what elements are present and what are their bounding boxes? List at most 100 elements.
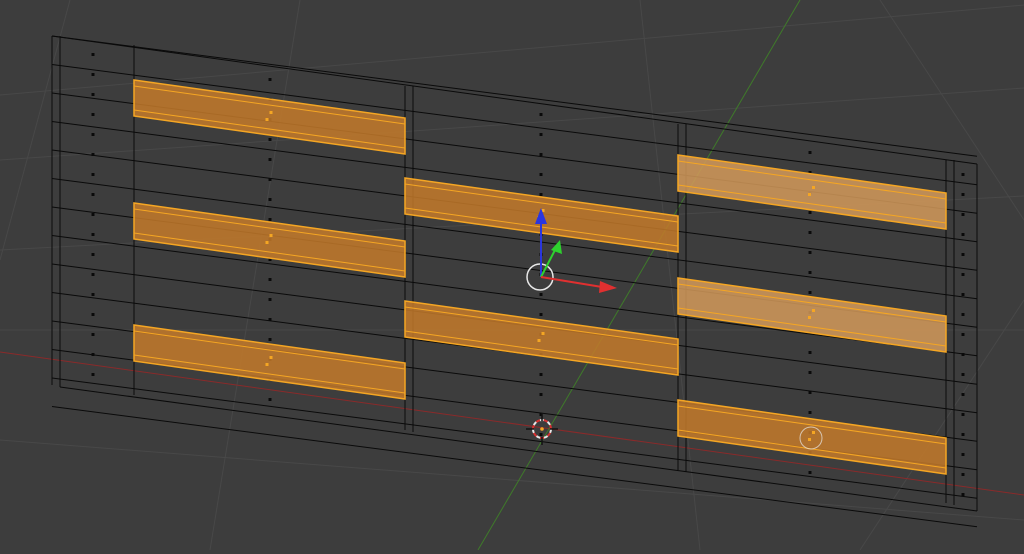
vertex-dot [268, 78, 272, 81]
vertex-dot [961, 233, 965, 236]
vertex-dot [91, 133, 95, 136]
selected-slat[interactable] [677, 399, 947, 475]
slat-face [404, 300, 679, 376]
vertex-dot [961, 393, 965, 396]
origin-dot [812, 186, 815, 189]
selected-slat[interactable] [133, 324, 406, 400]
vertex-dot [539, 173, 543, 176]
vertex-dot [91, 153, 95, 156]
grid-line [639, 0, 701, 551]
vertex-dot [91, 113, 95, 116]
vertex-dot [91, 313, 95, 316]
origin-dot [537, 339, 541, 342]
vertex-dot [961, 193, 965, 196]
vertex-dot [539, 113, 543, 116]
vertex-dot [961, 473, 965, 476]
slat-face [677, 399, 947, 475]
slat-face [133, 202, 406, 278]
vertex-dot [961, 213, 965, 216]
vertex-dot [808, 391, 812, 394]
vertex-dot [91, 253, 95, 256]
origin-dot [812, 309, 815, 312]
3d-viewport[interactable] [0, 0, 1024, 551]
origin-dot [812, 431, 815, 434]
vertex-dot [808, 291, 812, 294]
vertex-dot [808, 271, 812, 274]
vertex-dot [91, 173, 95, 176]
origin-dot [808, 438, 811, 441]
origin-dot [808, 316, 811, 319]
slat-face [677, 154, 947, 230]
vertex-dot [268, 198, 272, 201]
selected-slat[interactable] [404, 300, 679, 376]
vertex-dot [91, 233, 95, 236]
origin-dot [808, 193, 811, 196]
vertex-dot [539, 373, 543, 376]
origin-dot [265, 118, 269, 121]
vertex-dot [808, 371, 812, 374]
vertex-dot [91, 333, 95, 336]
vertex-dot [961, 333, 965, 336]
vertex-dot [91, 293, 95, 296]
cursor-center-dot [540, 427, 544, 431]
vertex-dot [539, 153, 543, 156]
vertex-dot [91, 213, 95, 216]
vertex-dot [91, 273, 95, 276]
selected-slat[interactable] [133, 79, 406, 155]
vertex-dot [808, 251, 812, 254]
origin-dot [269, 356, 273, 359]
gizmo-x-arrow [599, 281, 617, 293]
vertex-dot [961, 313, 965, 316]
vertex-dot [268, 318, 272, 321]
vertex-dot [961, 373, 965, 376]
vertex-dot [268, 138, 272, 141]
vertex-dot [961, 413, 965, 416]
origin-dot [541, 332, 545, 335]
vertex-dot [539, 133, 543, 136]
x-axis-line [0, 351, 1024, 496]
origin-dot [269, 111, 273, 114]
vertex-dot [539, 293, 543, 296]
origin-dot [265, 363, 269, 366]
vertex-dot [91, 53, 95, 56]
slat-face [133, 79, 406, 155]
vertex-dot [268, 338, 272, 341]
vertex-dot [808, 471, 812, 474]
vertex-dot [268, 398, 272, 401]
vertex-dot [961, 433, 965, 436]
grid-line [209, 0, 301, 551]
origin-dot [265, 241, 269, 244]
vertex-dot [91, 373, 95, 376]
vertex-dot [808, 231, 812, 234]
vertex-dot [268, 278, 272, 281]
vertex-dot [961, 273, 965, 276]
vertex-dot [808, 351, 812, 354]
selected-slat[interactable] [133, 202, 406, 278]
vertex-dot [268, 218, 272, 221]
viewport-canvas[interactable] [0, 0, 1024, 551]
vertex-dot [961, 173, 965, 176]
vertex-dot [961, 493, 965, 496]
selected-slat[interactable] [677, 154, 947, 230]
vertex-dot [808, 411, 812, 414]
vertex-dot [91, 193, 95, 196]
vertex-dot [268, 298, 272, 301]
vertex-dot [91, 353, 95, 356]
gizmo-y-arrow [551, 240, 562, 254]
vertex-dot [539, 393, 543, 396]
vertex-dot [808, 211, 812, 214]
vertex-dot [539, 313, 543, 316]
vertex-dot [961, 353, 965, 356]
vertex-dot [91, 93, 95, 96]
vertex-dot [961, 253, 965, 256]
slat-face [133, 324, 406, 400]
vertex-dot [961, 293, 965, 296]
origin-dot [269, 234, 273, 237]
vertex-dot [268, 178, 272, 181]
vertex-dot [961, 453, 965, 456]
y-axis-line [477, 0, 801, 551]
vertex-dot [539, 193, 543, 196]
vertex-dot [268, 158, 272, 161]
vertex-dot [808, 151, 812, 154]
vertex-dot [91, 73, 95, 76]
